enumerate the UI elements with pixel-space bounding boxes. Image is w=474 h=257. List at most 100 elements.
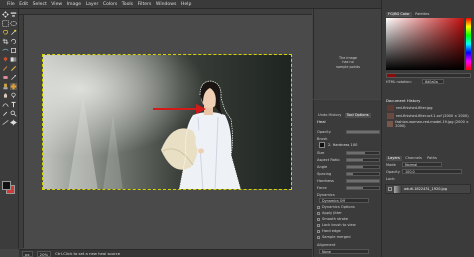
layer-row[interactable]: adult-1822431_1920.jpg: [385, 184, 471, 194]
tab-channels[interactable]: Channels: [403, 156, 424, 161]
rect-select-icon[interactable]: [2, 20, 9, 27]
zoom-icon[interactable]: [10, 110, 17, 117]
sample-points-panel: The image has no sample points: [313, 9, 381, 99]
history-item-label: red-finished-filter.jpg: [396, 105, 433, 110]
smudge-icon[interactable]: [2, 92, 9, 99]
tab-undo-history[interactable]: Undo History: [316, 113, 343, 118]
force-slider[interactable]: [346, 186, 380, 190]
menu-filters[interactable]: Filters: [138, 2, 152, 7]
heal-tool-icon[interactable]: [10, 83, 17, 90]
lock-brush-label: Lock brush to view: [322, 223, 356, 227]
foreground-color-swatch[interactable]: [2, 181, 11, 190]
alignment-label: Alignment: [317, 243, 336, 247]
menu-select[interactable]: Select: [33, 2, 47, 7]
hard-edge-checkbox[interactable]: Hard edge: [317, 229, 341, 233]
color-square[interactable]: [386, 18, 464, 70]
hex-input[interactable]: 8d0a0a: [422, 79, 444, 84]
html-notation-label: HTML notation:: [386, 80, 412, 84]
force-row[interactable]: Force: [317, 185, 380, 191]
unit-selector[interactable]: px: [22, 250, 33, 257]
tab-layers[interactable]: Layers: [386, 156, 402, 161]
history-item[interactable]: red-finished-filter.xcf-1.xcf (2000 × 20…: [385, 112, 471, 119]
color-picker-icon[interactable]: [2, 110, 9, 117]
align-tool-icon[interactable]: [10, 11, 17, 18]
fill-icon[interactable]: [2, 56, 9, 63]
lasso-icon[interactable]: [2, 29, 9, 36]
lock-label: Lock:: [386, 177, 396, 181]
clone-icon[interactable]: [2, 83, 9, 90]
sample-merged-checkbox[interactable]: Sample merged: [317, 235, 351, 239]
tool-options-title: Heal: [317, 119, 326, 124]
angle-row[interactable]: Angle: [317, 164, 380, 170]
aspect-row[interactable]: Aspect Ratio: [317, 157, 380, 163]
tab-tool-options[interactable]: Tool Options: [344, 113, 371, 118]
menu-colors[interactable]: Colors: [103, 2, 117, 7]
menu-file[interactable]: File: [7, 2, 15, 7]
eraser-icon[interactable]: [2, 74, 9, 81]
tab-palettes[interactable]: Palettes: [413, 12, 431, 17]
rotate-icon[interactable]: [10, 38, 17, 45]
opacity-slider[interactable]: [346, 130, 380, 134]
image-canvas[interactable]: [42, 54, 292, 190]
layer-visibility-eye-icon[interactable]: [388, 187, 392, 191]
brush-row[interactable]: Brush: [317, 136, 380, 142]
brush-preview[interactable]: [319, 142, 325, 148]
flip-icon[interactable]: [10, 119, 17, 126]
color-history-row[interactable]: [386, 73, 471, 78]
menu-tools[interactable]: Tools: [122, 2, 133, 7]
apply-jitter-label: Apply Jitter: [322, 211, 342, 215]
layer-opacity-label: Opacity: [386, 170, 400, 174]
menu-help[interactable]: Help: [181, 2, 191, 7]
layer-name: adult-1822431_1920.jpg: [404, 187, 447, 191]
ellipse-select-icon[interactable]: [10, 20, 17, 27]
menu-layer[interactable]: Layer: [86, 2, 99, 7]
hardness-row[interactable]: Hardness: [317, 178, 380, 184]
history-item[interactable]: red-finished-filter.jpg: [385, 104, 471, 111]
history-item[interactable]: fashion-woman-red-model-19.jpg (2000 × 2…: [385, 120, 471, 128]
crop-icon[interactable]: [2, 38, 9, 45]
toolbox: [0, 9, 19, 249]
history-item-label: red-finished-filter.xcf-1.xcf (2000 × 20…: [396, 113, 469, 118]
pencil-icon[interactable]: [10, 65, 17, 72]
layer-opacity-slider[interactable]: 100.0: [402, 169, 462, 174]
lock-brush-checkbox[interactable]: Lock brush to view: [317, 223, 356, 227]
hardness-slider[interactable]: [346, 179, 380, 183]
cage-icon[interactable]: [10, 47, 17, 54]
zoom-selector[interactable]: 20%: [36, 250, 52, 257]
size-slider[interactable]: [346, 151, 380, 155]
menu-image[interactable]: Image: [67, 2, 81, 7]
path-icon[interactable]: [2, 101, 9, 108]
spacing-row[interactable]: Spacing: [317, 171, 380, 177]
smooth-stroke-checkbox[interactable]: Smooth stroke: [317, 217, 348, 221]
aspect-slider[interactable]: [346, 158, 380, 162]
tab-paths[interactable]: Paths: [425, 156, 439, 161]
move-tool-icon[interactable]: [2, 11, 9, 18]
dynamics-select[interactable]: Dynamics Off: [319, 198, 369, 203]
brush-label: Brush: [317, 137, 328, 141]
airbrush-icon[interactable]: [10, 74, 17, 81]
fuzzy-select-icon[interactable]: [10, 29, 17, 36]
menu-edit[interactable]: Edit: [19, 2, 28, 7]
dodge-burn-icon[interactable]: [10, 92, 17, 99]
mode-select[interactable]: Normal: [402, 162, 442, 167]
apply-jitter-checkbox[interactable]: Apply Jitter: [317, 211, 342, 215]
spacing-slider[interactable]: [346, 172, 380, 176]
tab-fg-bg-color[interactable]: FG/BG Color: [386, 12, 412, 17]
menu-view[interactable]: View: [51, 2, 62, 7]
gradient-icon[interactable]: [10, 56, 17, 63]
hardness-label: Hardness: [317, 179, 334, 183]
measure-icon[interactable]: [2, 119, 9, 126]
fg-bg-color-swatches[interactable]: [2, 181, 16, 195]
angle-label: Angle: [317, 165, 328, 169]
angle-slider[interactable]: [346, 165, 380, 169]
alignment-select[interactable]: None: [319, 249, 369, 254]
warp-icon[interactable]: [2, 47, 9, 54]
text-tool-icon[interactable]: [10, 101, 17, 108]
opacity-row[interactable]: Opacity: [317, 129, 380, 135]
hue-strip[interactable]: [466, 18, 471, 70]
size-row[interactable]: Size: [317, 150, 380, 156]
paintbrush-icon[interactable]: [2, 65, 9, 72]
dynamics-options-toggle[interactable]: Dynamics Options: [317, 205, 355, 209]
menu-windows[interactable]: Windows: [156, 2, 177, 7]
sample-merged-label: Sample merged: [322, 235, 351, 239]
